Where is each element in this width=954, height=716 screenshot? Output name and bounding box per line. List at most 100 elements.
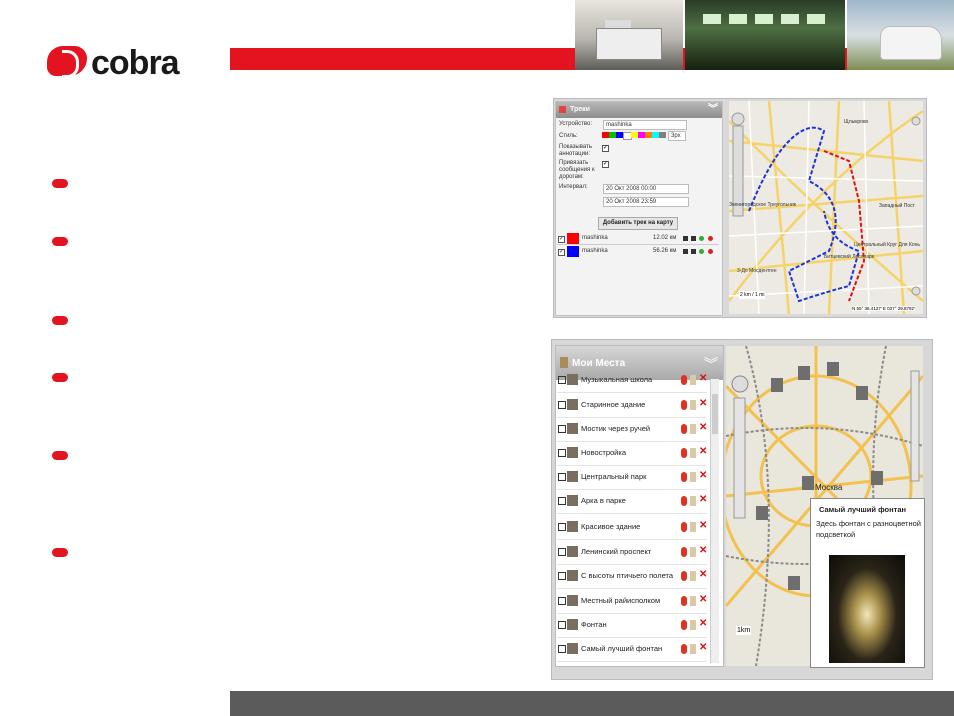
logo-text: cobra: [91, 44, 180, 82]
place-delete-icon[interactable]: ✕: [699, 594, 707, 606]
place-delete-icon[interactable]: ✕: [699, 545, 707, 557]
place-row[interactable]: Новостройка ✕: [557, 441, 707, 466]
style-swatch-cyan[interactable]: [652, 132, 659, 138]
place-row[interactable]: Местный райисполком ✕: [557, 589, 707, 614]
place-delete-icon[interactable]: ✕: [699, 618, 707, 630]
place-checkbox[interactable]: [558, 449, 566, 457]
place-edit-icon[interactable]: [690, 644, 696, 654]
place-locate-icon[interactable]: [681, 644, 687, 654]
place-edit-icon[interactable]: [690, 448, 696, 458]
place-checkbox[interactable]: [558, 401, 566, 409]
place-delete-icon[interactable]: ✕: [699, 520, 707, 532]
map-zoom-out-right[interactable]: [911, 286, 921, 296]
place-delete-icon[interactable]: ✕: [699, 642, 707, 654]
track-visible-checkbox[interactable]: ✓: [558, 249, 565, 256]
place-edit-icon[interactable]: [690, 596, 696, 606]
place-checkbox[interactable]: [558, 548, 566, 556]
track-visible-checkbox[interactable]: ✓: [558, 236, 565, 243]
place-checkbox[interactable]: [558, 597, 566, 605]
place-row[interactable]: Фонтан ✕: [557, 613, 707, 638]
style-swatch-yellow[interactable]: [631, 132, 638, 138]
place-edit-icon[interactable]: [690, 375, 696, 385]
place-checkbox[interactable]: [558, 473, 566, 481]
annotations-checkbox[interactable]: ✓: [602, 145, 609, 152]
map2-zoom-slider[interactable]: [733, 397, 746, 519]
style-swatch-magenta[interactable]: [638, 132, 645, 138]
place-checkbox[interactable]: [558, 645, 566, 653]
map-zoom-in-right[interactable]: [911, 116, 921, 126]
track-flag-end-icon[interactable]: [691, 236, 696, 241]
track-flag-end-icon[interactable]: [691, 249, 696, 254]
place-delete-icon[interactable]: ✕: [699, 470, 707, 482]
place-locate-icon[interactable]: [681, 596, 687, 606]
place-locate-icon[interactable]: [681, 424, 687, 434]
place-row[interactable]: Центральный парк ✕: [557, 465, 707, 490]
map-pan-control[interactable]: [731, 112, 745, 126]
place-checkbox[interactable]: [558, 572, 566, 580]
place-row[interactable]: Арка в парке ✕: [557, 489, 707, 514]
line-width-select[interactable]: 3px: [668, 131, 686, 141]
place-row[interactable]: С высоты птичьего полета ✕: [557, 564, 707, 589]
place-locate-icon[interactable]: [681, 571, 687, 581]
track-row[interactable]: ✓ mashinka 12.02 км: [557, 233, 719, 245]
place-row[interactable]: Самый лучший фонтан ✕: [557, 637, 707, 662]
place-delete-icon[interactable]: ✕: [699, 494, 707, 506]
style-swatch-gray[interactable]: [659, 132, 666, 138]
device-select[interactable]: mashinka: [603, 120, 687, 130]
place-delete-icon[interactable]: ✕: [699, 373, 707, 385]
place-checkbox[interactable]: [558, 621, 566, 629]
place-delete-icon[interactable]: ✕: [699, 569, 707, 581]
place-row[interactable]: Красивое здание ✕: [557, 515, 707, 540]
place-row[interactable]: Музыкальная школа ✕: [557, 368, 707, 393]
place-edit-icon[interactable]: [690, 522, 696, 532]
place-edit-icon[interactable]: [690, 571, 696, 581]
place-thumbnail: [567, 471, 578, 482]
place-popup[interactable]: Самый лучший фонтан Здесь фонтан с разно…: [810, 498, 925, 668]
place-locate-icon[interactable]: [681, 375, 687, 385]
place-edit-icon[interactable]: [690, 620, 696, 630]
place-row[interactable]: Старинное здание ✕: [557, 393, 707, 418]
place-locate-icon[interactable]: [681, 620, 687, 630]
snap-roads-checkbox[interactable]: ✓: [602, 161, 609, 168]
map2-pan-control[interactable]: [731, 375, 749, 393]
place-edit-icon[interactable]: [690, 424, 696, 434]
track-flag-icon[interactable]: [683, 236, 688, 241]
place-edit-icon[interactable]: [690, 547, 696, 557]
tracks-map[interactable]: Звенигородское Треугольник 3-До Мосдентг…: [729, 101, 923, 314]
style-swatch-orange[interactable]: [645, 132, 652, 138]
interval-from-input[interactable]: 20 Окт 2008 00:00: [603, 184, 689, 194]
place-delete-icon[interactable]: ✕: [699, 398, 707, 410]
place-locate-icon[interactable]: [681, 448, 687, 458]
collapse-chevron-icon[interactable]: ︾: [708, 102, 718, 118]
map2-right-zoom[interactable]: [910, 370, 920, 482]
scrollbar-thumb[interactable]: [712, 394, 718, 434]
places-scrollbar[interactable]: [710, 379, 719, 663]
style-swatch-blue[interactable]: [616, 132, 623, 138]
track-refresh-icon[interactable]: [699, 249, 704, 254]
place-row[interactable]: Мостик через ручей ✕: [557, 417, 707, 442]
place-delete-icon[interactable]: ✕: [699, 446, 707, 458]
place-edit-icon[interactable]: [690, 400, 696, 410]
add-track-button[interactable]: Добавить трек на карту: [598, 217, 678, 230]
track-flag-icon[interactable]: [683, 249, 688, 254]
style-swatch-red[interactable]: [602, 132, 609, 138]
place-locate-icon[interactable]: [681, 400, 687, 410]
track-delete-icon[interactable]: [708, 236, 713, 241]
track-refresh-icon[interactable]: [699, 236, 704, 241]
place-delete-icon[interactable]: ✕: [699, 422, 707, 434]
place-checkbox[interactable]: [558, 376, 566, 384]
interval-to-input[interactable]: 20 Окт 2008 23:59: [603, 197, 689, 207]
place-checkbox[interactable]: [558, 497, 566, 505]
place-row[interactable]: Ленинский проспект ✕: [557, 540, 707, 565]
place-locate-icon[interactable]: [681, 522, 687, 532]
place-locate-icon[interactable]: [681, 472, 687, 482]
place-checkbox[interactable]: [558, 425, 566, 433]
track-delete-icon[interactable]: [708, 249, 713, 254]
place-checkbox[interactable]: [558, 523, 566, 531]
place-locate-icon[interactable]: [681, 496, 687, 506]
place-edit-icon[interactable]: [690, 496, 696, 506]
place-locate-icon[interactable]: [681, 547, 687, 557]
track-row[interactable]: ✓ mashinka 56.26 км: [557, 246, 719, 257]
place-edit-icon[interactable]: [690, 472, 696, 482]
style-swatch-green[interactable]: [609, 132, 616, 138]
